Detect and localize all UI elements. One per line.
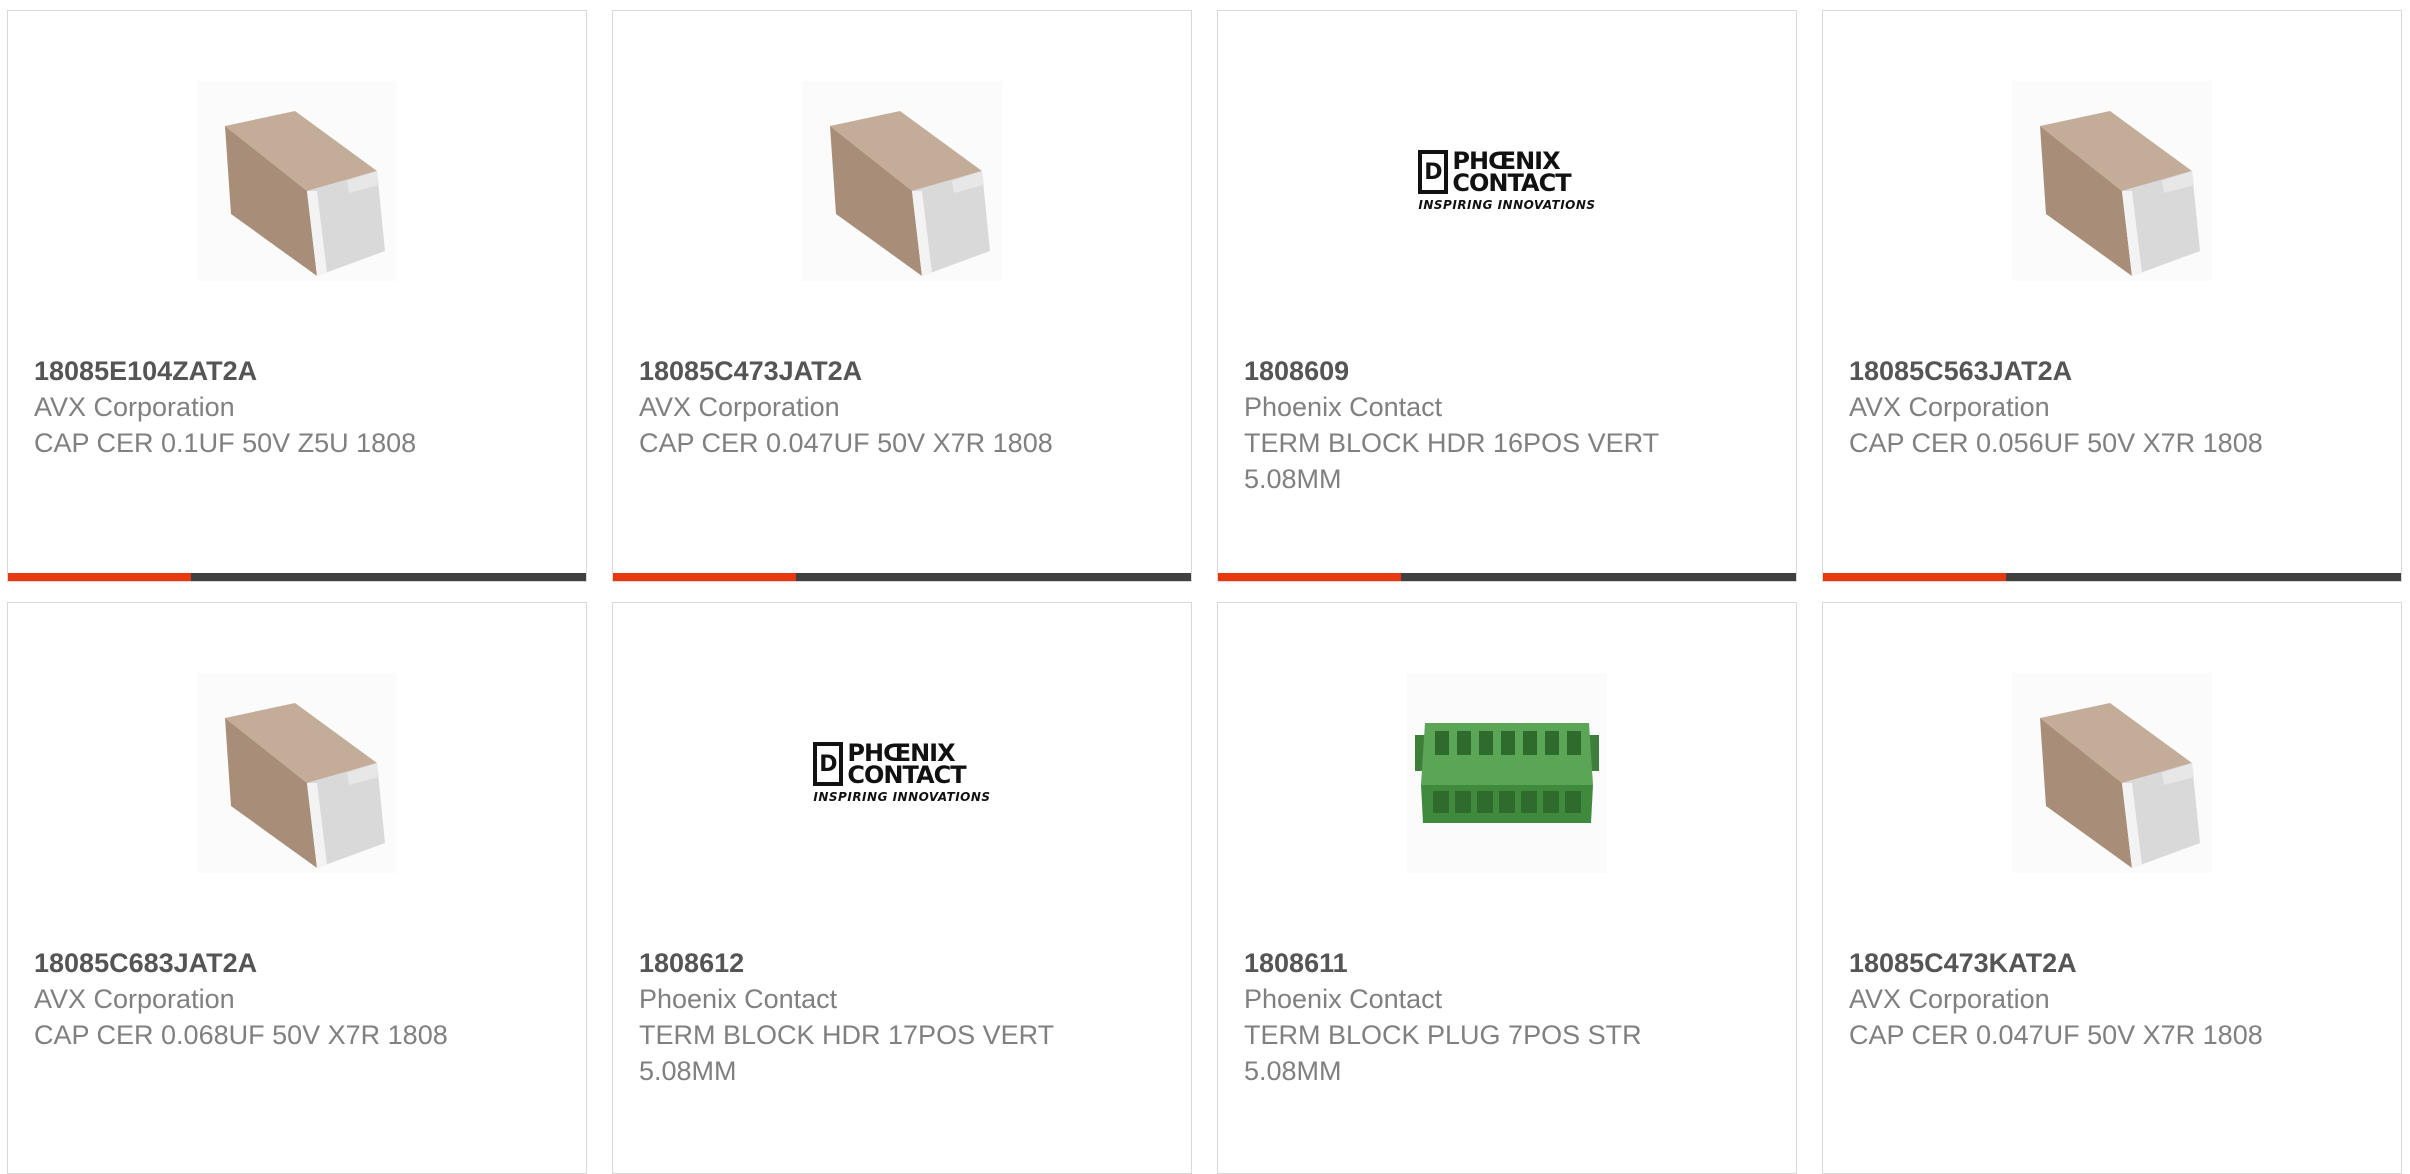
ceramic-capacitor-icon [197,673,397,873]
ceramic-capacitor-icon [197,81,397,281]
product-info: 18085C473JAT2A AVX Corporation CAP CER 0… [639,353,1069,461]
card-accent-bar [1218,573,1401,581]
product-grid: 18085E104ZAT2A AVX Corporation CAP CER 0… [7,10,2403,1174]
card-accent-bar [613,573,796,581]
manufacturer: AVX Corporation [1849,984,2050,1014]
description: CAP CER 0.047UF 50V X7R 1808 [1849,1020,2263,1050]
manufacturer: Phoenix Contact [1244,392,1443,422]
manufacturer: Phoenix Contact [639,984,838,1014]
product-info: 1808609 Phoenix Contact TERM BLOCK HDR 1… [1244,353,1674,497]
part-number[interactable]: 1808612 [639,945,1069,981]
manufacturer: Phoenix Contact [1244,984,1443,1014]
product-card[interactable]: D PHŒNIX CONTACT INSPIRING INNOVATIONS 1… [612,602,1192,1174]
manufacturer: AVX Corporation [34,984,235,1014]
card-bottom-bar [8,573,586,581]
card-accent-bar [8,573,191,581]
product-card[interactable]: 18085E104ZAT2A AVX Corporation CAP CER 0… [7,10,587,582]
part-number[interactable]: 1808609 [1244,353,1674,389]
description: CAP CER 0.068UF 50V X7R 1808 [34,1020,448,1050]
ceramic-capacitor-icon [2012,673,2212,873]
phoenix-contact-logo: D PHŒNIX CONTACT INSPIRING INNOVATIONS [1418,147,1596,212]
card-bottom-bar [613,573,1191,581]
description: TERM BLOCK PLUG 7POS STR 5.08MM [1244,1020,1642,1086]
description: CAP CER 0.1UF 50V Z5U 1808 [34,428,417,458]
terminal-block-plug-icon [1407,673,1607,873]
description: TERM BLOCK HDR 17POS VERT 5.08MM [639,1020,1054,1086]
product-card[interactable]: 18085C563JAT2A AVX Corporation CAP CER 0… [1822,10,2402,582]
part-number[interactable]: 18085E104ZAT2A [34,353,464,389]
card-accent-bar [1823,573,2006,581]
part-number[interactable]: 1808611 [1244,945,1674,981]
product-info: 18085C563JAT2A AVX Corporation CAP CER 0… [1849,353,2279,461]
manufacturer: AVX Corporation [34,392,235,422]
product-card[interactable]: D PHŒNIX CONTACT INSPIRING INNOVATIONS 1… [1217,10,1797,582]
description: TERM BLOCK HDR 16POS VERT 5.08MM [1244,428,1659,494]
product-card[interactable]: 18085C473JAT2A AVX Corporation CAP CER 0… [612,10,1192,582]
manufacturer: AVX Corporation [639,392,840,422]
card-bottom-bar [1218,573,1796,581]
product-info: 18085C683JAT2A AVX Corporation CAP CER 0… [34,945,464,1053]
part-number[interactable]: 18085C683JAT2A [34,945,464,981]
product-info: 18085E104ZAT2A AVX Corporation CAP CER 0… [34,353,464,461]
product-info: 1808612 Phoenix Contact TERM BLOCK HDR 1… [639,945,1069,1089]
product-card[interactable]: 1808611 Phoenix Contact TERM BLOCK PLUG … [1217,602,1797,1174]
product-info: 1808611 Phoenix Contact TERM BLOCK PLUG … [1244,945,1674,1089]
product-card[interactable]: 18085C473KAT2A AVX Corporation CAP CER 0… [1822,602,2402,1174]
product-card[interactable]: 18085C683JAT2A AVX Corporation CAP CER 0… [7,602,587,1174]
description: CAP CER 0.056UF 50V X7R 1808 [1849,428,2263,458]
part-number[interactable]: 18085C563JAT2A [1849,353,2279,389]
ceramic-capacitor-icon [2012,81,2212,281]
part-number[interactable]: 18085C473KAT2A [1849,945,2279,981]
description: CAP CER 0.047UF 50V X7R 1808 [639,428,1053,458]
product-info: 18085C473KAT2A AVX Corporation CAP CER 0… [1849,945,2279,1053]
phoenix-contact-logo: D PHŒNIX CONTACT INSPIRING INNOVATIONS [813,739,991,804]
card-bottom-bar [1823,573,2401,581]
part-number[interactable]: 18085C473JAT2A [639,353,1069,389]
ceramic-capacitor-icon [802,81,1002,281]
manufacturer: AVX Corporation [1849,392,2050,422]
